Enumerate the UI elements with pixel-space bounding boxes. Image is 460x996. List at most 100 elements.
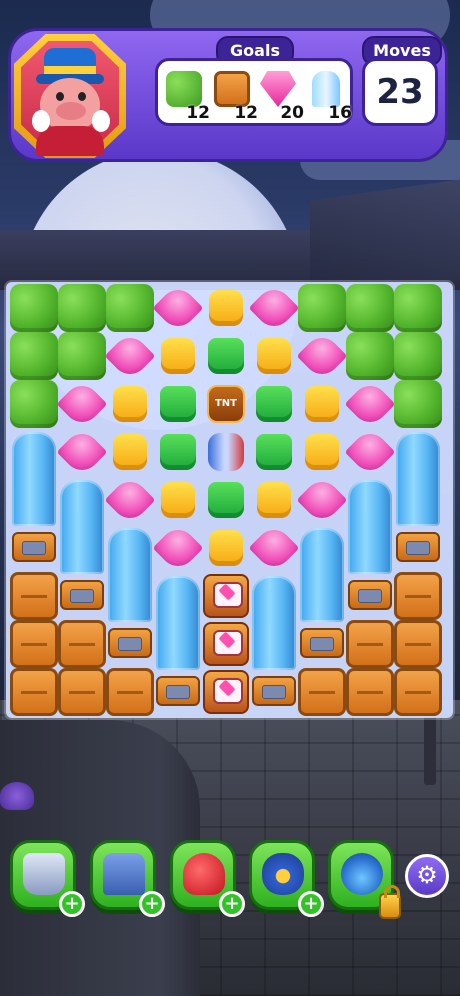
leaf-icon (166, 71, 202, 107)
crate-tile[interactable] (58, 620, 106, 668)
yellow-piece[interactable] (298, 428, 346, 476)
pink-piece[interactable] (56, 378, 108, 430)
pink-piece[interactable] (152, 522, 204, 574)
yellow-piece[interactable] (202, 284, 250, 332)
green-piece[interactable] (202, 332, 250, 380)
leaf-tile[interactable] (58, 332, 106, 380)
crate-tile[interactable] (346, 620, 394, 668)
yellow-piece[interactable] (106, 380, 154, 428)
crate-tile[interactable] (106, 668, 154, 716)
crystal-pillar (300, 528, 344, 622)
pink-piece[interactable] (296, 330, 348, 382)
crate-tile[interactable] (394, 620, 442, 668)
crate-tile[interactable] (394, 668, 442, 716)
crystal-pillar (60, 480, 104, 574)
pillar-base (300, 628, 344, 658)
green-piece[interactable] (154, 380, 202, 428)
yellow-lantern-icon (209, 530, 243, 566)
add-boxing-glove-icon[interactable]: + (219, 891, 245, 917)
leaf-tile[interactable] (10, 332, 58, 380)
goal-pink-gem: 20 (256, 69, 304, 125)
pink-piece[interactable] (344, 378, 396, 430)
pig-hand (32, 110, 50, 132)
tnt-piece[interactable]: TNT (202, 380, 250, 428)
pink-piece[interactable] (248, 522, 300, 574)
gem-machine-tile[interactable] (202, 668, 250, 716)
yellow-piece[interactable] (106, 428, 154, 476)
gear-icon: ⚙ (416, 861, 438, 889)
leaf-tile[interactable] (394, 380, 442, 428)
propeller-booster-button[interactable] (328, 840, 401, 919)
pink-piece[interactable] (104, 330, 156, 382)
crate-tile[interactable] (394, 572, 442, 620)
crystal-pillar (108, 528, 152, 622)
train-icon (103, 853, 145, 895)
leaf-tile[interactable] (346, 284, 394, 332)
pink-petal-icon (104, 330, 156, 382)
pink-gem-icon (260, 71, 296, 107)
crate-tile[interactable] (298, 668, 346, 716)
boxing-glove-booster-button[interactable]: + (170, 840, 245, 917)
leaf-tile[interactable] (298, 284, 346, 332)
green-piece[interactable] (154, 428, 202, 476)
crystal-pillar (396, 432, 440, 526)
leaf-tile[interactable] (394, 332, 442, 380)
green-backpack-icon (256, 386, 292, 422)
settings-button[interactable]: ⚙ (405, 854, 449, 898)
crate-tile[interactable] (10, 668, 58, 716)
rocket-icon (208, 433, 244, 471)
goal-pink-gem-count: 20 (280, 103, 304, 123)
yellow-piece[interactable] (250, 476, 298, 524)
yellow-piece[interactable] (154, 476, 202, 524)
pink-petal-icon (152, 282, 204, 334)
yellow-piece[interactable] (250, 332, 298, 380)
add-train-icon[interactable]: + (139, 891, 165, 917)
avatar[interactable] (14, 26, 126, 166)
crate-tile[interactable] (10, 620, 58, 668)
crate-tile[interactable] (346, 668, 394, 716)
hammer-booster-button[interactable]: + (10, 840, 85, 917)
game-board: TNT (6, 282, 453, 718)
leaf-tile[interactable] (58, 284, 106, 332)
yellow-lantern-icon (161, 482, 195, 518)
train-booster-button[interactable]: + (90, 840, 165, 917)
crate-tile[interactable] (58, 668, 106, 716)
gem-machine-tile[interactable] (202, 572, 250, 620)
crate-tile[interactable] (10, 572, 58, 620)
pink-piece[interactable] (344, 426, 396, 478)
green-piece[interactable] (202, 476, 250, 524)
leaf-tile[interactable] (346, 332, 394, 380)
gem-machine-tile[interactable] (202, 620, 250, 668)
leaf-tile[interactable] (106, 284, 154, 332)
yellow-piece[interactable] (298, 380, 346, 428)
goal-leaf: 12 (162, 69, 210, 125)
green-piece[interactable] (250, 428, 298, 476)
leaf-tile[interactable] (10, 284, 58, 332)
pig-hat-band (44, 66, 96, 74)
yellow-piece[interactable] (154, 332, 202, 380)
crystal-pillar (12, 432, 56, 526)
yellow-piece[interactable] (202, 524, 250, 572)
pink-petal-icon (248, 282, 300, 334)
leaf-tile[interactable] (394, 284, 442, 332)
pink-piece[interactable] (296, 474, 348, 526)
pillar-base (12, 532, 56, 562)
yellow-lantern-icon (113, 386, 147, 422)
yellow-lantern-icon (305, 386, 339, 422)
pink-petal-icon (56, 426, 108, 478)
rocket-piece[interactable] (202, 428, 250, 476)
goal-leaf-count: 12 (186, 103, 210, 123)
magic-pot-booster-button[interactable]: + (249, 840, 324, 917)
green-backpack-icon (256, 434, 292, 470)
green-piece[interactable] (250, 380, 298, 428)
pig-hand (92, 110, 110, 132)
pink-piece[interactable] (56, 426, 108, 478)
goal-crate: 12 (210, 69, 258, 125)
pink-piece[interactable] (152, 282, 204, 334)
pink-piece[interactable] (104, 474, 156, 526)
pink-piece[interactable] (248, 282, 300, 334)
add-hammer-icon[interactable]: + (59, 891, 85, 917)
pink-petal-icon (344, 378, 396, 430)
add-magic-pot-icon[interactable]: + (298, 891, 324, 917)
leaf-tile[interactable] (10, 380, 58, 428)
